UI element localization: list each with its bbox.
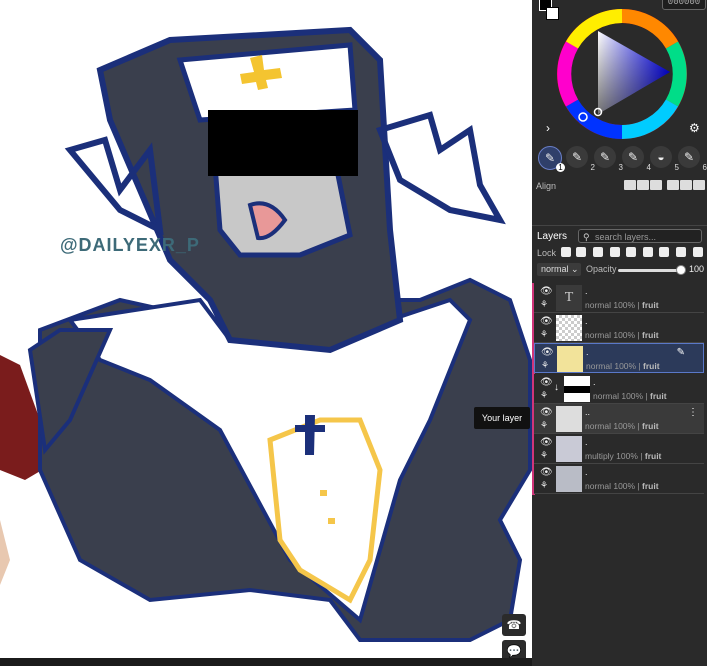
layer-mode-icon[interactable]: ⚘ bbox=[541, 360, 549, 371]
watermark-text: @DAILYEXR_P bbox=[60, 235, 200, 255]
panel-divider bbox=[532, 225, 707, 226]
layer-row[interactable]: 👁 ⚘ T . normal 100% | fruit bbox=[534, 283, 704, 313]
layers-title: Layers bbox=[537, 231, 568, 242]
layer-row-selected[interactable]: 👁 ⚘ . normal 100% | fruit ✎ bbox=[534, 343, 704, 373]
search-icon: ⚲ bbox=[583, 232, 590, 242]
lock-icon[interactable] bbox=[576, 247, 586, 257]
chat-icon: 💬 bbox=[506, 644, 522, 658]
layer-row[interactable]: 👁 ⚘ . normal 100% | fruit bbox=[534, 464, 704, 494]
phone-button[interactable]: ☎ bbox=[502, 614, 526, 636]
layer-thumbnail bbox=[564, 376, 590, 402]
align-right-icon[interactable] bbox=[650, 180, 662, 190]
layer-tooltip: Your layer bbox=[474, 407, 530, 429]
brush-slot-3[interactable]: ✎ 3 bbox=[594, 146, 623, 172]
layer-mode-icon[interactable]: ⚘ bbox=[540, 299, 548, 310]
layer-meta: normal 100% | fruit bbox=[586, 361, 660, 371]
layer-name: . bbox=[585, 316, 588, 326]
brush-icon: ✎ bbox=[683, 150, 695, 164]
clip-arrow-icon: ↓ bbox=[554, 382, 559, 393]
eraser-icon: ◒ bbox=[657, 150, 665, 164]
lock-label: Lock bbox=[537, 248, 557, 258]
artwork bbox=[0, 26, 532, 642]
search-placeholder: search layers... bbox=[595, 232, 657, 242]
duplicate-layer-icon[interactable] bbox=[659, 247, 669, 257]
brush-slot-1[interactable]: ✎ 1 bbox=[538, 146, 565, 172]
align-bottom-icon[interactable] bbox=[693, 180, 705, 190]
layer-thumbnail bbox=[557, 346, 583, 372]
align-label: Align bbox=[536, 181, 557, 191]
brush-slot-2[interactable]: ✎ 2 bbox=[566, 146, 595, 172]
more-options-icon[interactable]: ⋮ bbox=[688, 407, 698, 418]
brush-icon: ✎ bbox=[571, 150, 583, 164]
delete-layer-icon[interactable] bbox=[626, 247, 636, 257]
opacity-label: Opacity bbox=[586, 264, 617, 274]
text-layer-thumbnail: T bbox=[556, 285, 582, 311]
brush-slot-4[interactable]: ✎ 4 bbox=[622, 146, 651, 172]
layer-mode-icon[interactable]: ⚘ bbox=[540, 480, 548, 491]
lock-transparency-icon[interactable] bbox=[561, 247, 571, 257]
new-layer-icon[interactable] bbox=[693, 247, 703, 257]
opacity-slider-handle[interactable] bbox=[676, 265, 686, 275]
brush-edit-icon: ✎ bbox=[676, 347, 685, 358]
phone-icon: ☎ bbox=[506, 618, 522, 632]
clear-layer-icon[interactable] bbox=[610, 247, 620, 257]
visibility-eye-icon[interactable]: 👁 bbox=[541, 347, 554, 358]
opacity-value: 100 bbox=[689, 264, 705, 274]
layer-meta: normal 100% | fruit bbox=[593, 391, 667, 401]
brush-icon: ✎ bbox=[544, 151, 556, 165]
color-wheel[interactable] bbox=[552, 6, 692, 146]
layer-meta: normal 100% | fruit bbox=[585, 300, 659, 310]
blend-mode-select[interactable]: normal ⌄ bbox=[537, 263, 581, 276]
move-layer-icon[interactable] bbox=[593, 247, 603, 257]
expand-icon[interactable]: › bbox=[546, 121, 550, 135]
layer-name: .. bbox=[585, 407, 591, 417]
align-top-icon[interactable] bbox=[667, 180, 679, 190]
settings-icon[interactable]: ⚙ bbox=[689, 121, 700, 135]
layer-meta: multiply 100% | fruit bbox=[585, 451, 662, 461]
brush-icon: ✎ bbox=[599, 150, 611, 164]
layer-meta: normal 100% | fruit bbox=[585, 421, 659, 431]
align-left-icon[interactable] bbox=[624, 180, 636, 190]
layer-thumbnail bbox=[556, 436, 582, 462]
layer-name: . bbox=[585, 467, 588, 477]
layer-row[interactable]: 👁 ⚘ ↓ . normal 100% | fruit bbox=[534, 374, 704, 404]
align-center-icon[interactable] bbox=[637, 180, 649, 190]
bottom-strip bbox=[0, 658, 532, 666]
layer-mode-icon[interactable]: ⚘ bbox=[540, 420, 548, 431]
layer-mode-icon[interactable]: ⚘ bbox=[540, 450, 548, 461]
merge-down-icon[interactable] bbox=[643, 247, 653, 257]
blend-mode-value: normal bbox=[541, 264, 569, 274]
layer-name: . bbox=[585, 286, 588, 296]
visibility-eye-icon[interactable]: 👁 bbox=[540, 467, 553, 478]
visibility-eye-icon[interactable]: 👁 bbox=[540, 377, 553, 388]
brush-slot-6[interactable]: ✎ 6 bbox=[678, 146, 707, 172]
layer-row[interactable]: 👁 ⚘ .. normal 100% | fruit ⋮ bbox=[534, 404, 704, 434]
layer-mode-icon[interactable]: ⚘ bbox=[540, 329, 548, 340]
layer-name: . bbox=[593, 377, 596, 387]
layer-search-input[interactable]: ⚲ search layers... bbox=[578, 229, 702, 243]
brush-slot-5[interactable]: ◒ 5 bbox=[650, 146, 679, 172]
chat-button[interactable]: 💬 bbox=[502, 640, 526, 658]
visibility-eye-icon[interactable]: 👁 bbox=[540, 437, 553, 448]
opacity-slider[interactable] bbox=[618, 269, 680, 272]
layer-row[interactable]: 👁 ⚘ . normal 100% | fruit bbox=[534, 313, 704, 343]
layer-name: . bbox=[585, 437, 588, 447]
align-middle-icon[interactable] bbox=[680, 180, 692, 190]
brush-icon: ✎ bbox=[627, 150, 639, 164]
drawing-canvas[interactable]: @DAILYEXR_P Your layer ☎ 💬 bbox=[0, 0, 532, 658]
visibility-eye-icon[interactable]: 👁 bbox=[540, 316, 553, 327]
layer-thumbnail bbox=[556, 315, 582, 341]
layer-mode-icon[interactable]: ⚘ bbox=[540, 390, 548, 401]
layer-thumbnail bbox=[556, 466, 582, 492]
layer-thumbnail bbox=[556, 406, 582, 432]
visibility-eye-icon[interactable]: 👁 bbox=[540, 407, 553, 418]
flip-layer-icon[interactable] bbox=[676, 247, 686, 257]
layer-row[interactable]: 👁 ⚘ . multiply 100% | fruit bbox=[534, 434, 704, 464]
layer-name: . bbox=[586, 347, 589, 357]
layer-meta: normal 100% | fruit bbox=[585, 481, 659, 491]
visibility-eye-icon[interactable]: 👁 bbox=[540, 286, 553, 297]
layer-meta: normal 100% | fruit bbox=[585, 330, 659, 340]
